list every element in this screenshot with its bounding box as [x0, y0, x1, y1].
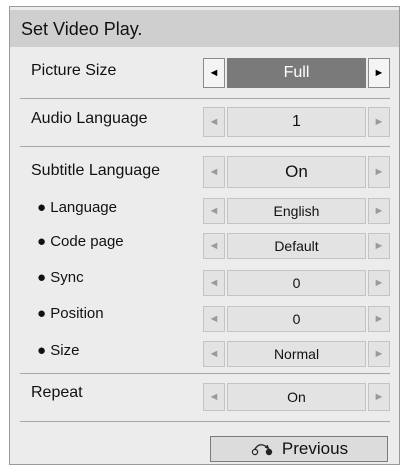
left-arrow-icon[interactable]: ◄: [203, 107, 225, 137]
subtitle-language-label: Subtitle Language: [31, 162, 160, 179]
divider: [20, 98, 390, 99]
repeat-selector[interactable]: ◄ On ►: [203, 383, 390, 411]
size-label: ● Size: [37, 342, 80, 359]
sync-selector[interactable]: ◄ 0 ►: [203, 270, 390, 296]
left-arrow-icon[interactable]: ◄: [203, 156, 225, 188]
position-label: ● Position: [37, 305, 104, 322]
language-selector[interactable]: ◄ English ►: [203, 198, 390, 224]
right-arrow-icon[interactable]: ►: [368, 270, 390, 296]
language-label: ● Language: [37, 199, 117, 216]
left-arrow-icon[interactable]: ◄: [203, 270, 225, 296]
right-arrow-icon[interactable]: ►: [368, 233, 390, 259]
size-value: Normal: [227, 341, 366, 367]
right-arrow-icon[interactable]: ►: [368, 383, 390, 411]
left-arrow-icon[interactable]: ◄: [203, 383, 225, 411]
right-arrow-icon[interactable]: ►: [368, 156, 390, 188]
right-arrow-icon[interactable]: ►: [368, 107, 390, 137]
right-arrow-icon[interactable]: ►: [368, 306, 390, 332]
divider: [20, 373, 390, 374]
previous-label: Previous: [281, 439, 349, 458]
right-arrow-icon[interactable]: ►: [368, 58, 390, 88]
position-value: 0: [227, 306, 366, 332]
audio-language-selector[interactable]: ◄ 1 ►: [203, 107, 390, 137]
picture-size-selector[interactable]: ◄ Full ►: [203, 58, 390, 88]
picture-size-value: Full: [227, 58, 366, 88]
right-arrow-icon[interactable]: ►: [368, 198, 390, 224]
code-page-selector[interactable]: ◄ Default ►: [203, 233, 390, 259]
left-arrow-icon[interactable]: ◄: [203, 341, 225, 367]
audio-language-label: Audio Language: [31, 110, 148, 127]
divider: [20, 421, 390, 422]
left-arrow-icon[interactable]: ◄: [203, 58, 225, 88]
sync-label: ● Sync: [37, 269, 84, 286]
subtitle-language-value: On: [227, 156, 366, 188]
audio-language-value: 1: [227, 107, 366, 137]
language-value: English: [227, 198, 366, 224]
previous-button[interactable]: Previous: [210, 436, 388, 462]
right-arrow-icon[interactable]: ►: [368, 341, 390, 367]
left-arrow-icon[interactable]: ◄: [203, 306, 225, 332]
repeat-value: On: [227, 383, 366, 411]
repeat-label: Repeat: [31, 384, 83, 401]
divider: [20, 146, 390, 147]
left-arrow-icon[interactable]: ◄: [203, 233, 225, 259]
position-selector[interactable]: ◄ 0 ►: [203, 306, 390, 332]
size-selector[interactable]: ◄ Normal ►: [203, 341, 390, 367]
code-page-label: ● Code page: [37, 233, 124, 250]
return-icon: [250, 442, 278, 456]
subtitle-language-selector[interactable]: ◄ On ►: [203, 156, 390, 188]
sync-value: 0: [227, 270, 366, 296]
code-page-value: Default: [227, 233, 366, 259]
panel-title: Set Video Play.: [21, 19, 143, 39]
left-arrow-icon[interactable]: ◄: [203, 198, 225, 224]
picture-size-label: Picture Size: [31, 62, 117, 79]
